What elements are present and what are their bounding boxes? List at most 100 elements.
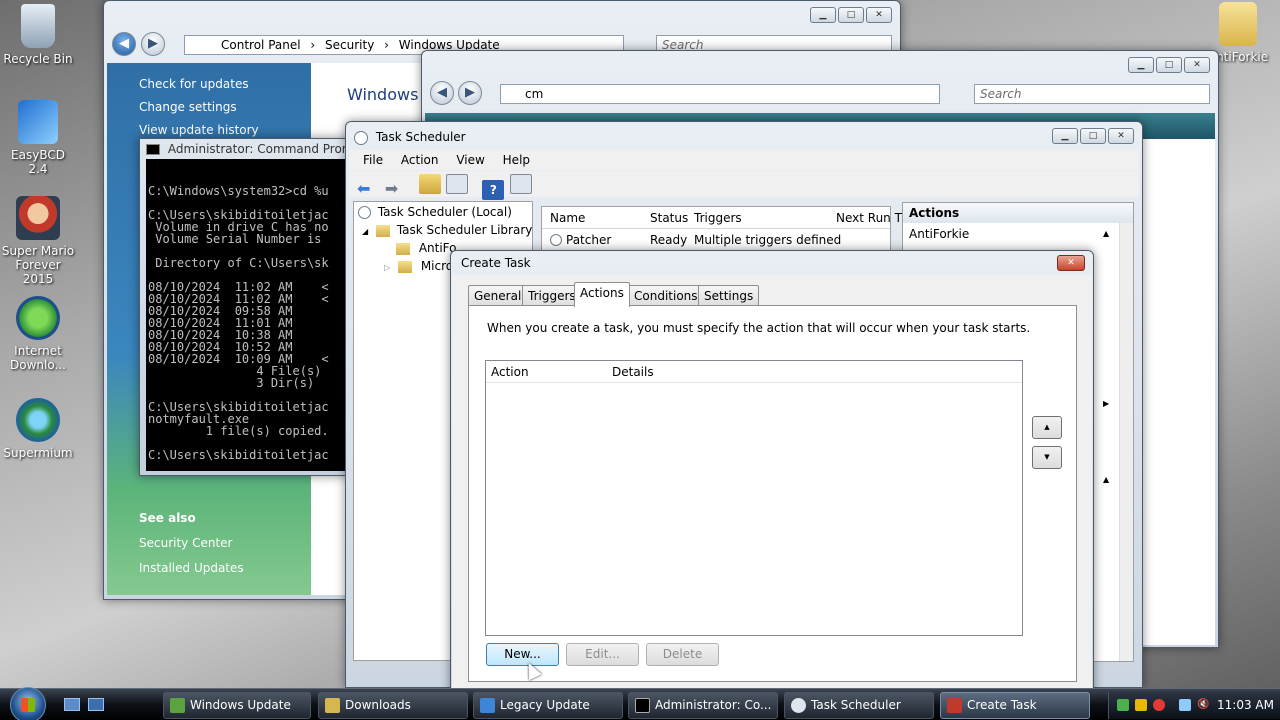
cmd-line: 1 file(s) copied. — [148, 424, 329, 438]
tab-actions[interactable]: Actions — [574, 282, 630, 307]
sidebar-link-security-center[interactable]: Security Center — [139, 536, 232, 550]
desktop-icon-internet-download[interactable]: Internet Downlo... — [0, 296, 76, 372]
tree-item-microsoft[interactable]: ▷ Micros — [384, 259, 459, 273]
menu-action[interactable]: Action — [401, 153, 439, 167]
close-button[interactable]: ✕ — [1108, 128, 1134, 144]
tray-volume-muted-icon[interactable]: 🔇 — [1197, 699, 1209, 711]
menu-view[interactable]: View — [456, 153, 484, 167]
expand-arrow-icon[interactable]: ▷ — [384, 263, 390, 272]
column-status[interactable]: Status — [650, 207, 688, 229]
table-row[interactable]: Patcher Ready Multiple triggers defined — [542, 231, 890, 249]
back-button[interactable]: ◀ — [430, 81, 454, 105]
forward-button[interactable]: ▶ — [458, 81, 482, 105]
cmd-output[interactable]: C:\Windows\system32>cd %u C:\Users\skibid… — [146, 159, 352, 471]
cmd-line: C:\Users\skibiditoiletjac — [148, 448, 329, 462]
start-button[interactable] — [10, 687, 46, 720]
desktop-icon-easybcd[interactable]: EasyBCD 2.4 — [0, 100, 76, 176]
tray-security-icon[interactable] — [1135, 699, 1147, 711]
move-down-button[interactable]: ▼ — [1032, 446, 1062, 469]
clock[interactable]: 11:03 AM — [1217, 698, 1274, 712]
taskbar-item-windows-update[interactable]: Windows Update — [163, 692, 311, 719]
sidebar-link-installed-updates[interactable]: Installed Updates — [139, 561, 244, 575]
tree-item-library[interactable]: ◢ Task Scheduler Library — [362, 223, 532, 237]
column-next-run[interactable]: Next Run T — [836, 207, 902, 229]
breadcrumb-control-panel[interactable]: Control Panel — [221, 38, 301, 52]
desktop-icon-supermium[interactable]: Supermium — [0, 398, 76, 460]
column-triggers[interactable]: Triggers — [694, 207, 742, 229]
cmd-window: Administrator: Command Prompt C:\Windows… — [139, 138, 353, 476]
breadcrumb-security[interactable]: Security — [325, 38, 374, 52]
windows-logo-icon — [21, 698, 35, 712]
tab-settings[interactable]: Settings — [698, 285, 760, 307]
tab-strip: General Triggers Actions Conditions Sett… — [468, 282, 1068, 307]
easybcd-icon — [18, 100, 58, 144]
clock-icon — [354, 130, 368, 145]
tray-alert-icon[interactable] — [1153, 699, 1165, 711]
tab-general[interactable]: General — [468, 285, 528, 307]
tab-triggers[interactable]: Triggers — [522, 285, 582, 307]
window-controls: ▁ □ ✕ — [810, 7, 892, 23]
tree-item-antiforkie[interactable]: AntiFo — [396, 241, 457, 255]
sidebar-link-change-settings[interactable]: Change settings — [139, 100, 311, 114]
show-desktop-icon[interactable] — [64, 698, 80, 711]
maximize-button[interactable]: □ — [1080, 128, 1106, 144]
help-icon[interactable]: ? — [482, 180, 505, 200]
expand-right-icon[interactable]: ▶ — [1103, 399, 1109, 408]
taskbar-item-legacy-update[interactable]: Legacy Update — [473, 692, 623, 719]
cmd-line: Volume Serial Number is — [148, 232, 322, 246]
new-action-button[interactable]: New... — [486, 643, 559, 666]
close-button[interactable]: ✕ — [1184, 57, 1210, 73]
maximize-button[interactable]: □ — [838, 7, 864, 23]
taskbar-item-task-scheduler[interactable]: Task Scheduler — [784, 692, 934, 719]
desktop-icon-recycle-bin[interactable]: Recycle Bin — [0, 4, 76, 66]
close-button[interactable]: ✕ — [1057, 255, 1085, 271]
folder-icon — [1219, 2, 1257, 46]
taskbar-item-downloads[interactable]: Downloads — [318, 692, 468, 719]
column-name[interactable]: Name — [550, 207, 585, 229]
edit-action-button[interactable]: Edit... — [566, 643, 639, 666]
windows-update-icon — [170, 698, 185, 713]
sidebar-link-update-history[interactable]: View update history — [139, 123, 311, 137]
tab-conditions[interactable]: Conditions — [628, 285, 704, 307]
cmd-line: 3 Dir(s) — [148, 376, 315, 390]
minimize-button[interactable]: ▁ — [810, 7, 836, 23]
actions-item-antiforkie[interactable]: AntiForkie — [909, 227, 969, 241]
see-also-heading: See also — [139, 511, 196, 525]
tab-panel: When you create a task, you must specify… — [468, 305, 1077, 682]
delete-action-button[interactable]: Delete — [646, 643, 719, 666]
back-arrow-icon[interactable]: ⬅ — [357, 180, 379, 200]
minimize-button[interactable]: ▁ — [1128, 57, 1154, 73]
menu-help[interactable]: Help — [503, 153, 530, 167]
task-icon — [550, 234, 562, 246]
taskbar-item-command-prompt[interactable]: Administrator: Co... — [628, 692, 778, 719]
minimize-button[interactable]: ▁ — [1052, 128, 1078, 144]
maximize-button[interactable]: □ — [1156, 57, 1182, 73]
show-hide-tree-icon[interactable] — [446, 174, 469, 194]
back-button[interactable]: ◀ — [112, 32, 136, 56]
up-folder-icon[interactable] — [418, 174, 441, 194]
forward-button[interactable]: ▶ — [141, 32, 165, 56]
close-button[interactable]: ✕ — [866, 7, 892, 23]
collapse-up-icon[interactable]: ▲ — [1103, 475, 1109, 484]
folder-icon — [375, 224, 390, 237]
show-action-pane-icon[interactable] — [510, 174, 533, 194]
collapse-arrow-icon[interactable]: ◢ — [362, 227, 368, 236]
ts-toolbar: ⬅ ➡ ? — [349, 171, 1139, 200]
taskbar-item-create-task[interactable]: Create Task — [940, 692, 1090, 719]
tree-item-root[interactable]: Task Scheduler (Local) — [358, 205, 512, 219]
collapse-up-icon[interactable]: ▲ — [1103, 229, 1109, 238]
move-up-button[interactable]: ▲ — [1032, 416, 1062, 439]
search-input[interactable]: Search — [974, 84, 1210, 104]
menu-file[interactable]: File — [363, 153, 383, 167]
actions-list[interactable]: Action Details — [485, 360, 1023, 636]
column-details[interactable]: Details — [612, 361, 654, 383]
switch-windows-icon[interactable] — [88, 698, 104, 711]
tray-display-icon[interactable] — [1179, 699, 1191, 711]
forward-arrow-icon[interactable]: ➡ — [385, 180, 407, 200]
tray-network-icon[interactable] — [1117, 699, 1129, 711]
address-bar[interactable]: cm — [500, 84, 940, 104]
sidebar-link-check-updates[interactable]: Check for updates — [139, 77, 311, 91]
desktop-icon-super-mario[interactable]: Super Mario Forever 2015 — [0, 196, 76, 286]
column-action[interactable]: Action — [491, 361, 529, 383]
actions-scrollbar[interactable] — [1119, 223, 1133, 661]
